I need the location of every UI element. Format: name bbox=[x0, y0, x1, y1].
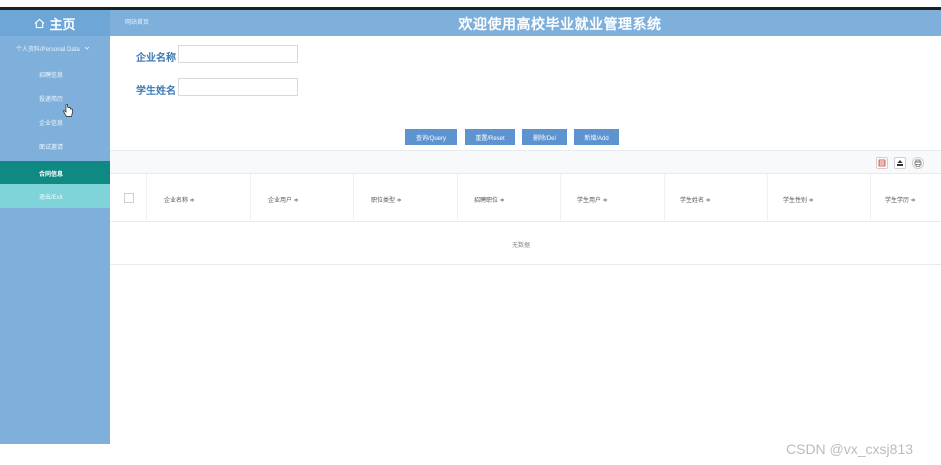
column-header-student-education[interactable]: 学生学历 ≑ bbox=[885, 195, 916, 204]
column-header-student-gender[interactable]: 学生性别 ≑ bbox=[783, 195, 814, 204]
sidebar-item-label: 合同信息 bbox=[39, 171, 64, 178]
column-header-company-user[interactable]: 企业用户 ≑ bbox=[268, 195, 299, 204]
page-title: 欢迎使用高校毕业就业管理系统 bbox=[458, 16, 662, 32]
export-icon[interactable] bbox=[894, 157, 906, 169]
sidebar-group-personal-data[interactable]: 个人资料/Personal Data bbox=[0, 36, 110, 60]
column-divider bbox=[353, 174, 354, 222]
company-name-label: 企业名称 bbox=[136, 53, 176, 64]
home-label: 主页 bbox=[49, 16, 76, 32]
select-all-checkbox[interactable] bbox=[124, 193, 134, 203]
sidebar-item-label: 退出/Exit bbox=[39, 194, 63, 201]
company-name-input[interactable] bbox=[178, 45, 298, 63]
sidebar-item-interview-invites[interactable]: 面试邀请 bbox=[0, 134, 110, 158]
sidebar-group-label: 个人资料/Personal Data bbox=[16, 46, 80, 53]
column-divider bbox=[250, 174, 251, 222]
sidebar-item-exit[interactable]: 退出/Exit bbox=[0, 184, 110, 208]
column-header-student-user[interactable]: 学生用户 ≑ bbox=[577, 195, 608, 204]
sidebar-item-submit-resume[interactable]: 投递简历 bbox=[0, 86, 110, 110]
student-name-label: 学生姓名 bbox=[136, 86, 176, 97]
hand-cursor-icon bbox=[63, 104, 73, 117]
site-home-link[interactable]: 网站首页 bbox=[125, 17, 149, 26]
home-button[interactable]: 主页 bbox=[0, 10, 110, 36]
column-header-company-name[interactable]: 企业名称 ≑ bbox=[164, 195, 195, 204]
home-icon bbox=[35, 18, 45, 28]
empty-table-message: 无数据 bbox=[512, 243, 531, 249]
sidebar: 个人资料/Personal Data 招聘信息 投递简历 企业信息 面试邀请 合… bbox=[0, 36, 110, 444]
top-header: 主页 网站首页 欢迎使用高校毕业就业管理系统 bbox=[0, 10, 941, 36]
column-header-job-type[interactable]: 职位类型 ≑ bbox=[371, 195, 402, 204]
print-icon[interactable] bbox=[912, 157, 924, 169]
table-header bbox=[110, 174, 941, 222]
reset-button[interactable]: 重置/Reset bbox=[465, 129, 515, 145]
column-header-position[interactable]: 招聘职位 ≑ bbox=[474, 195, 505, 204]
sidebar-item-label: 企业信息 bbox=[39, 120, 64, 127]
student-name-input[interactable] bbox=[178, 78, 298, 96]
column-divider bbox=[664, 174, 665, 222]
sidebar-item-label: 投递简历 bbox=[39, 96, 64, 103]
watermark-text: CSDN @vx_cxsj813 bbox=[786, 441, 914, 457]
add-button[interactable]: 新增/Add bbox=[574, 129, 619, 145]
sidebar-item-job-postings[interactable]: 招聘信息 bbox=[0, 62, 110, 86]
column-divider bbox=[870, 174, 871, 222]
sidebar-item-label: 招聘信息 bbox=[39, 72, 64, 79]
delete-button[interactable]: 删除/Del bbox=[522, 129, 567, 145]
column-divider bbox=[560, 174, 561, 222]
column-divider bbox=[767, 174, 768, 222]
query-button[interactable]: 查询/Query bbox=[405, 129, 457, 145]
chevron-down-icon bbox=[84, 46, 89, 50]
columns-icon[interactable] bbox=[876, 157, 888, 169]
sidebar-item-contracts[interactable]: 合同信息 bbox=[0, 161, 110, 185]
column-divider bbox=[457, 174, 458, 222]
column-divider bbox=[146, 174, 147, 222]
sidebar-item-label: 面试邀请 bbox=[39, 144, 64, 151]
table-toolbar bbox=[110, 150, 941, 174]
sidebar-item-company-info[interactable]: 企业信息 bbox=[0, 110, 110, 134]
column-header-student-name[interactable]: 学生姓名 ≑ bbox=[680, 195, 711, 204]
app-window: 主页 网站首页 欢迎使用高校毕业就业管理系统 个人资料/Personal Dat… bbox=[0, 0, 941, 465]
